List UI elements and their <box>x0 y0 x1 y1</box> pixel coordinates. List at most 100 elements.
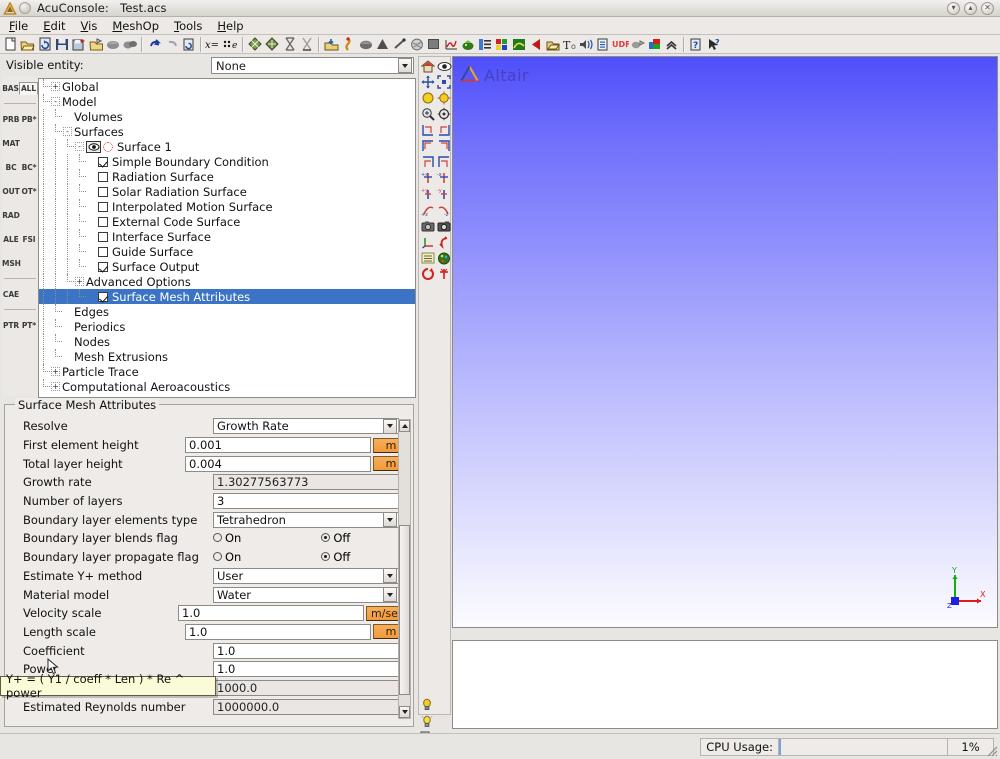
report-icon[interactable] <box>595 36 612 53</box>
undo-view-icon[interactable] <box>436 234 452 250</box>
scrollbar-thumb[interactable] <box>399 525 410 695</box>
property-text-input[interactable]: 1.0 <box>213 642 399 659</box>
tab-bc[interactable]: BC <box>2 162 20 173</box>
tab-msh[interactable]: MSH <box>2 258 21 269</box>
legend-icon[interactable] <box>420 250 436 266</box>
chevron-down-icon[interactable] <box>383 587 397 603</box>
property-text-input[interactable]: 0.004 <box>185 455 371 472</box>
radio-option-off[interactable]: Off <box>321 531 350 545</box>
eye-icon[interactable] <box>86 140 101 153</box>
whats-this-doc-icon[interactable]: ? <box>688 36 705 53</box>
text-tool-icon[interactable]: To <box>561 36 578 53</box>
tree-node[interactable]: + Computational Aeroacoustics <box>39 379 415 394</box>
red-dashed-circle-icon[interactable] <box>103 141 113 152</box>
checkbox-unchecked[interactable] <box>98 216 108 227</box>
color-plot-icon[interactable] <box>493 36 510 53</box>
view-xz-alt-icon[interactable] <box>436 138 452 154</box>
rotate-z-plus-icon[interactable]: +z <box>420 202 436 218</box>
refresh-doc-icon[interactable] <box>180 36 197 53</box>
set-variable-icon[interactable]: x= <box>205 36 222 53</box>
tree-node[interactable]: - Model <box>39 94 415 109</box>
rotate-z-minus-icon[interactable]: -z <box>436 202 452 218</box>
tab-ale[interactable]: ALE <box>2 234 20 245</box>
sound-tool-icon[interactable] <box>578 36 595 53</box>
radio-option-off[interactable]: Off <box>321 550 350 564</box>
checkbox-checked[interactable] <box>98 156 108 167</box>
expand-icon[interactable]: + <box>51 382 60 391</box>
tree-node[interactable]: Simple Boundary Condition <box>39 154 415 169</box>
tree-node[interactable]: - Surface 1 <box>39 139 415 154</box>
tree-node[interactable]: Surface Output <box>39 259 415 274</box>
window-menu-icon[interactable] <box>19 2 31 14</box>
launch-mesher-icon[interactable] <box>247 36 264 53</box>
tab-rad[interactable]: RAD <box>2 210 20 221</box>
tab-out[interactable]: OUT <box>2 186 20 197</box>
checkbox-unchecked[interactable] <box>98 231 108 242</box>
menu-tools[interactable]: Tools <box>171 18 205 34</box>
minimize-button[interactable]: ▾ <box>947 1 960 15</box>
expand-icon[interactable]: + <box>51 367 60 376</box>
visible-entity-combo[interactable]: None <box>211 57 414 74</box>
close-button[interactable]: ✕ <box>981 1 994 15</box>
help-arrow-icon[interactable]: ? <box>705 36 722 53</box>
save-as-icon[interactable] <box>70 36 87 53</box>
chevron-down-icon[interactable] <box>383 568 397 584</box>
clean-mesh-alt-icon[interactable] <box>298 36 315 53</box>
brain-mesh-icon[interactable] <box>408 36 425 53</box>
tree-node[interactable]: Radiation Surface <box>39 169 415 184</box>
property-text-input[interactable]: 0.001 <box>185 437 371 454</box>
light-on-icon[interactable] <box>419 713 435 729</box>
menu-edit[interactable]: Edit <box>40 18 68 34</box>
rotate-center-icon[interactable] <box>436 106 452 122</box>
clean-mesh-icon[interactable] <box>281 36 298 53</box>
collapse-icon[interactable]: - <box>51 97 60 106</box>
line-mesh-icon[interactable] <box>391 36 408 53</box>
align-icon[interactable] <box>436 266 452 282</box>
maximize-button[interactable]: ▴ <box>964 1 977 15</box>
chevron-down-icon[interactable] <box>383 512 397 528</box>
copy-layers-icon[interactable] <box>121 36 138 53</box>
expand-icon[interactable]: + <box>51 82 60 91</box>
view-yz-alt-icon[interactable] <box>436 154 452 170</box>
tree-node[interactable]: + Global <box>39 79 415 94</box>
axis-plus-x-icon[interactable]: +x <box>420 170 436 186</box>
checkbox-unchecked[interactable] <box>98 186 108 197</box>
udf-icon[interactable]: UDF <box>612 36 629 53</box>
tab-all[interactable]: ALL <box>19 81 38 95</box>
tree-node[interactable]: Nodes <box>39 334 415 349</box>
save-icon[interactable] <box>53 36 70 53</box>
open-folder-icon[interactable] <box>19 36 36 53</box>
property-combo[interactable]: User <box>213 567 399 584</box>
eye-visibility-icon[interactable] <box>436 58 452 74</box>
camera-icon[interactable] <box>420 218 436 234</box>
volume-mesh-icon[interactable] <box>357 36 374 53</box>
solid-block-icon[interactable] <box>425 36 442 53</box>
sphere-yellow-icon[interactable] <box>420 90 436 106</box>
tree-node[interactable]: + Advanced Options <box>39 274 415 289</box>
mesh-solid-icon[interactable] <box>104 36 121 53</box>
tab-cae[interactable]: CAE <box>2 289 20 300</box>
message-panel[interactable] <box>452 640 998 729</box>
collapse-icon[interactable]: - <box>63 127 72 136</box>
chevron-down-icon[interactable] <box>398 58 412 73</box>
reload-icon[interactable] <box>36 36 53 53</box>
list-solver-icon[interactable] <box>476 36 493 53</box>
property-text-input[interactable]: 1.0 <box>185 623 371 640</box>
tree-node[interactable]: Edges <box>39 304 415 319</box>
extract-icon[interactable] <box>340 36 357 53</box>
tree-node[interactable]: External Code Surface <box>39 214 415 229</box>
expand-icon[interactable]: + <box>75 277 84 286</box>
axis-triad-icon[interactable] <box>420 234 436 250</box>
pan-icon[interactable] <box>420 74 436 90</box>
checkbox-checked[interactable] <box>98 291 108 302</box>
tree-node[interactable]: Periodics <box>39 319 415 334</box>
import-geometry-icon[interactable] <box>323 36 340 53</box>
tab-ptr[interactable]: PTR <box>2 320 20 331</box>
properties-scrollbar[interactable] <box>398 419 411 719</box>
3d-viewport[interactable]: Altair Y X Z <box>452 56 998 628</box>
tab-bas[interactable]: BAS <box>2 83 19 94</box>
menu-file[interactable]: File <box>6 18 31 34</box>
axis-minus-x-icon[interactable]: -x <box>436 170 452 186</box>
radio-option-on[interactable]: On <box>213 550 241 564</box>
flow-icon[interactable] <box>629 36 646 53</box>
